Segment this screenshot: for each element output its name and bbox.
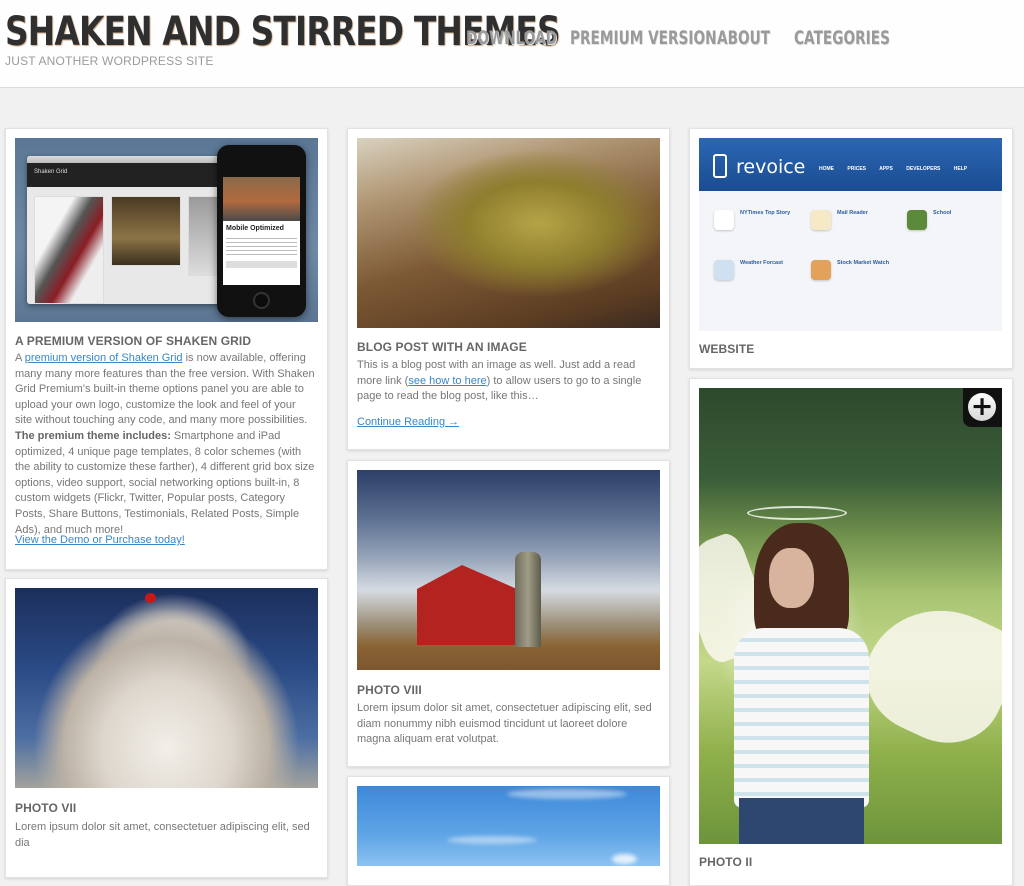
post-thumbnail[interactable]: Shaken Grid Mobile Optimized xyxy=(15,138,318,322)
revoice-menu: HOME PRICES APPS DEVELOPERS HELP xyxy=(819,166,968,172)
weather-icon xyxy=(714,260,734,280)
site-tagline: JUST ANOTHER WORDPRESS SITE xyxy=(5,54,214,68)
post-title[interactable]: A PREMIUM VERSION OF SHAKEN GRID xyxy=(15,334,251,348)
boudoir-photo xyxy=(357,138,660,328)
premium-preview-image: Shaken Grid Mobile Optimized xyxy=(15,138,318,322)
post-card-blog-image: BLOG POST WITH AN IMAGE This is a blog p… xyxy=(347,128,670,450)
post-excerpt: Lorem ipsum dolor sit amet, consectetuer… xyxy=(357,702,652,746)
post-thumbnail[interactable] xyxy=(357,470,660,670)
view-demo-link[interactable]: View the Demo or Purchase today! xyxy=(15,534,185,546)
post-thumbnail[interactable]: + xyxy=(699,388,1002,844)
mail-icon xyxy=(811,210,831,230)
revoice-logo: revoice xyxy=(736,156,806,178)
phone-logo-icon xyxy=(713,154,727,178)
post-thumbnail[interactable]: revoice HOME PRICES APPS DEVELOPERS HELP… xyxy=(699,138,1002,331)
post-card-photo-vii: PHOTO VII Lorem ipsum dolor sit amet, co… xyxy=(5,578,328,878)
see-how-link[interactable]: see how to here xyxy=(408,375,486,387)
halo-detail xyxy=(747,506,847,520)
post-thumbnail[interactable] xyxy=(357,786,660,866)
post-title[interactable]: PHOTO II xyxy=(699,855,752,869)
school-icon xyxy=(907,210,927,230)
post-excerpt: This is a blog post with an image as wel… xyxy=(357,359,642,403)
website-screenshot: revoice HOME PRICES APPS DEVELOPERS HELP… xyxy=(699,138,1002,331)
post-card-photo-viii: PHOTO VIII Lorem ipsum dolor sit amet, c… xyxy=(347,460,670,767)
nav-premium-version[interactable]: PREMIUM VERSION xyxy=(570,26,717,50)
cta-paragraph: View the Demo or Purchase today! xyxy=(15,533,185,549)
cloud-photo xyxy=(15,588,318,788)
post-excerpt: A premium version of Shaken Grid is now … xyxy=(15,352,315,536)
cherry-detail xyxy=(145,593,156,603)
browser-mockup: Shaken Grid xyxy=(27,156,227,304)
phone-mockup: Mobile Optimized xyxy=(217,145,306,317)
post-title[interactable]: BLOG POST WITH AN IMAGE xyxy=(357,340,527,354)
post-thumbnail[interactable] xyxy=(15,588,318,788)
post-title[interactable]: PHOTO VII xyxy=(15,801,76,815)
post-card-photo-ii: + PHOTO II xyxy=(689,378,1013,886)
browser-mockup-title: Shaken Grid xyxy=(27,163,227,187)
silo-shape xyxy=(515,552,541,647)
post-title[interactable]: PHOTO VIII xyxy=(357,683,422,697)
phone-mockup-heading: Mobile Optimized xyxy=(226,225,284,232)
angel-photo: + xyxy=(699,388,1002,844)
plus-circle-icon: + xyxy=(968,393,996,421)
nytimes-icon xyxy=(714,210,734,230)
read-more-paragraph: Continue Reading → xyxy=(357,415,459,431)
post-card-premium: Shaken Grid Mobile Optimized A PREMIUM V… xyxy=(5,128,328,570)
post-excerpt: Lorem ipsum dolor sit amet, consectetuer… xyxy=(15,821,310,849)
post-thumbnail[interactable] xyxy=(357,138,660,328)
sky-photo xyxy=(357,786,660,866)
nav-download[interactable]: DOWNLOAD xyxy=(466,26,557,50)
barn-photo xyxy=(357,470,660,670)
main-nav: DOWNLOAD PREMIUM VERSION ABOUT CATEGORIE… xyxy=(466,26,890,50)
nav-about[interactable]: ABOUT xyxy=(717,26,770,50)
stock-chart-icon xyxy=(811,260,831,280)
premium-version-link[interactable]: premium version of Shaken Grid xyxy=(25,352,183,364)
enlarge-button[interactable]: + xyxy=(963,388,1002,427)
site-header: SHAKEN AND STIRRED THEMES JUST ANOTHER W… xyxy=(0,0,1024,88)
post-title[interactable]: WEBSITE xyxy=(699,342,754,356)
phone-home-button xyxy=(253,292,270,309)
post-card-website: revoice HOME PRICES APPS DEVELOPERS HELP… xyxy=(689,128,1013,369)
post-card-sky xyxy=(347,776,670,886)
nav-categories[interactable]: CATEGORIES xyxy=(794,26,890,50)
continue-reading-link[interactable]: Continue Reading → xyxy=(357,416,459,428)
barn-shape xyxy=(417,565,517,645)
